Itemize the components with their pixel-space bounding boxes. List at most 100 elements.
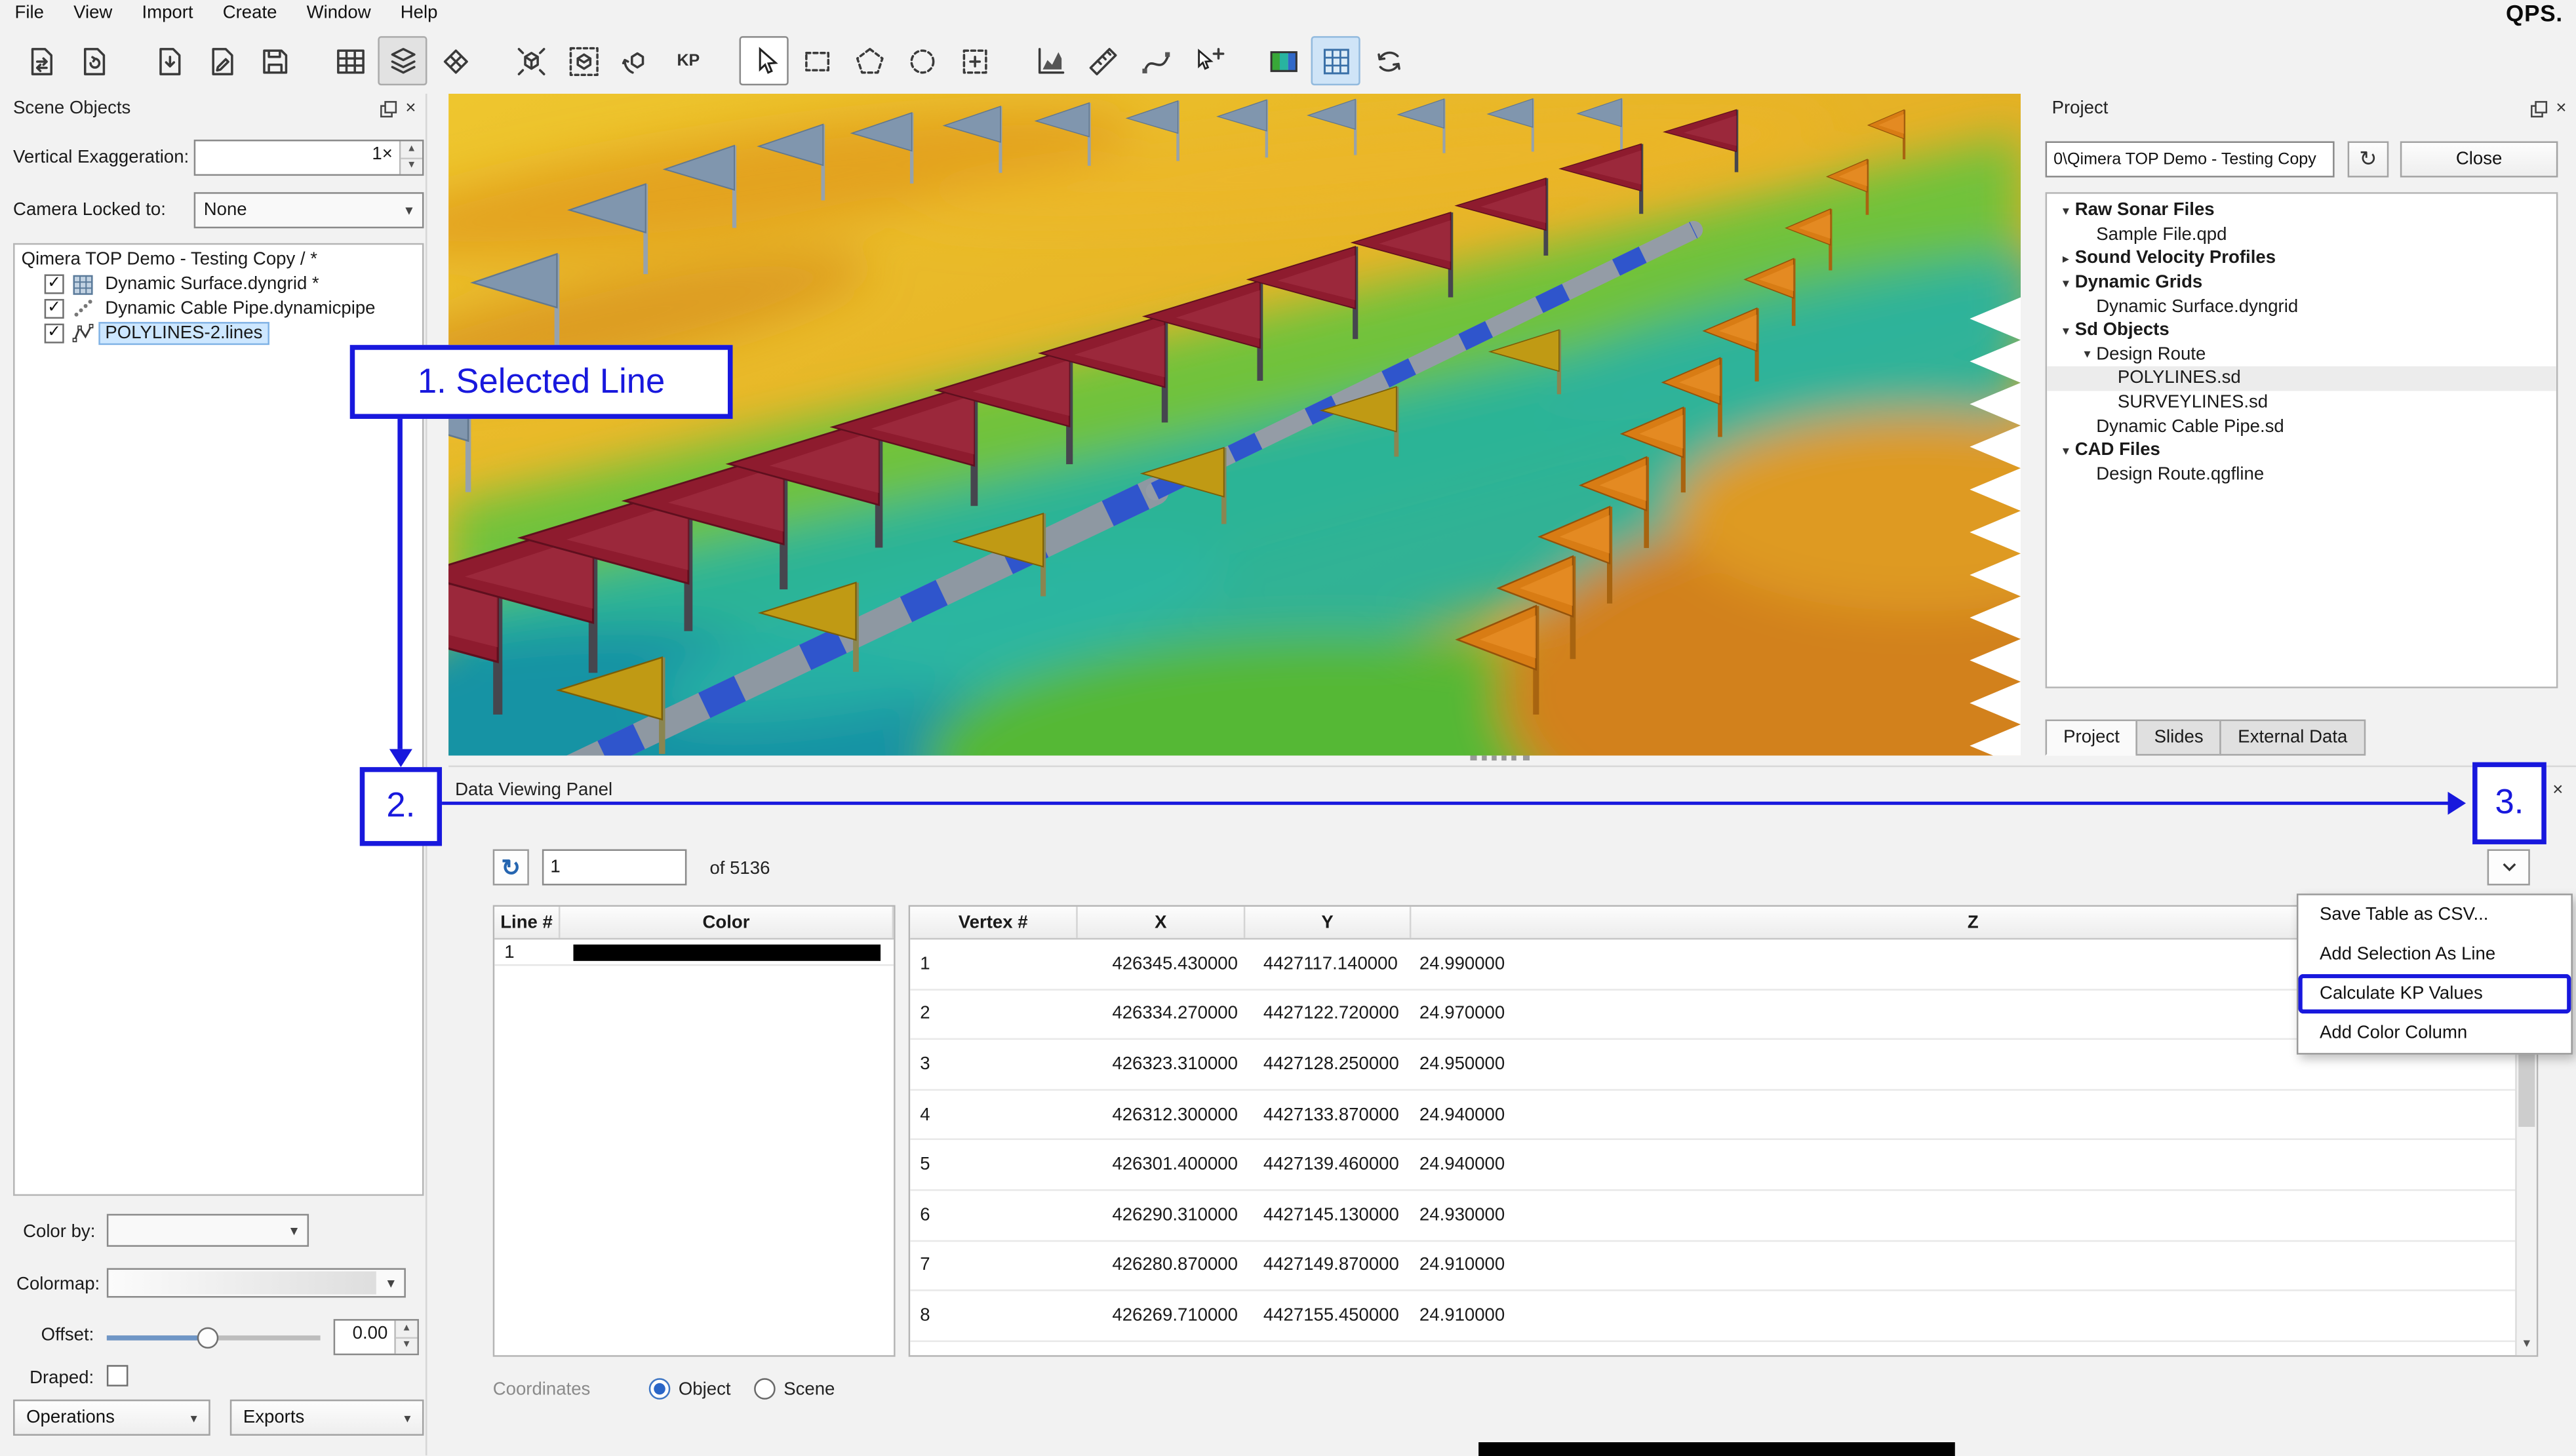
colormap-select[interactable]: ▾ — [107, 1268, 406, 1297]
expander-open-icon[interactable]: ▾ — [2057, 275, 2075, 290]
line-number-header[interactable]: Line # — [494, 907, 560, 938]
menu-item-help[interactable]: Help — [386, 3, 452, 23]
box-extents-button[interactable] — [506, 36, 555, 85]
scene-tree-item-dynamic-surface[interactable]: ✓ Dynamic Surface.dyngrid * — [15, 272, 422, 296]
project-path-input[interactable] — [2046, 141, 2335, 177]
vertex-row[interactable]: 9426258.5500004427161.03000024.900000 — [910, 1342, 2537, 1357]
select-circle-button[interactable] — [897, 36, 946, 85]
scene-tree-root[interactable]: Qimera TOP Demo - Testing Copy / * — [15, 248, 422, 272]
menu-item-view[interactable]: View — [59, 3, 127, 23]
vertex-row[interactable]: 2426334.2700004427122.72000024.970000 — [910, 990, 2537, 1040]
project-tree-item-dynamic-surface-dyngrid[interactable]: Dynamic Surface.dyngrid — [2047, 294, 2556, 319]
profile-tool-button[interactable] — [1025, 36, 1075, 85]
project-tree-item-design-route[interactable]: ▾Design Route — [2047, 343, 2556, 367]
draped-checkbox[interactable] — [107, 1365, 129, 1387]
add-point-tool-button[interactable] — [1183, 36, 1232, 85]
surface-layers-button[interactable] — [378, 36, 427, 85]
project-tree-item-surveylines-sd[interactable]: SURVEYLINES.sd — [2047, 391, 2556, 415]
select-cursor-button[interactable] — [740, 36, 789, 85]
3d-scene-viewport[interactable] — [448, 94, 2021, 756]
exports-button[interactable]: Exports▾ — [230, 1400, 424, 1436]
vertex-row[interactable]: 7426280.8700004427149.87000024.910000 — [910, 1241, 2537, 1291]
float-panel-icon[interactable] — [376, 97, 399, 120]
save-button[interactable] — [250, 36, 299, 85]
vertex-row[interactable]: 6426290.3100004427145.13000024.930000 — [910, 1191, 2537, 1242]
menu-item-calculate-kp-values[interactable]: Calculate KP Values — [2298, 974, 2571, 1013]
vertex-row[interactable]: 3426323.3100004427128.25000024.950000 — [910, 1040, 2537, 1091]
scene-radio-label[interactable]: Scene — [783, 1380, 835, 1400]
spline-tool-button[interactable] — [1130, 36, 1179, 85]
project-tree-item-dynamic-cable-pipe-sd[interactable]: Dynamic Cable Pipe.sd — [2047, 414, 2556, 439]
project-tree-item-dynamic-grids[interactable]: ▾Dynamic Grids — [2047, 271, 2556, 295]
select-all-button[interactable] — [949, 36, 999, 85]
stepper-up-icon[interactable]: ▲ — [396, 1321, 418, 1338]
splitter-handle[interactable] — [1471, 756, 1530, 761]
tab-external-data[interactable]: External Data — [2220, 719, 2366, 755]
close-panel-icon[interactable]: × — [2550, 97, 2573, 120]
offset-stepper[interactable]: 0.00 ▲▼ — [334, 1319, 419, 1355]
color-by-select[interactable]: ▾ — [107, 1214, 309, 1247]
mesh-layers-button[interactable] — [430, 36, 479, 85]
object-radio[interactable] — [649, 1378, 671, 1400]
visibility-checkbox[interactable]: ✓ — [45, 275, 64, 294]
menu-item-import[interactable]: Import — [127, 3, 208, 23]
close-panel-icon[interactable]: × — [2546, 779, 2569, 802]
select-polygon-button[interactable] — [844, 36, 894, 85]
project-tree-item-design-route-qgfline[interactable]: Design Route.qgfline — [2047, 462, 2556, 486]
visibility-checkbox[interactable]: ✓ — [45, 299, 64, 319]
box-rotate-button[interactable] — [611, 36, 660, 85]
dynamic-grid-toggle-button[interactable] — [1311, 36, 1360, 85]
project-refresh-button[interactable]: ↻ — [2348, 141, 2389, 177]
row-refresh-button[interactable]: ↻ — [493, 849, 529, 885]
row-number-input[interactable] — [542, 849, 687, 885]
scroll-down-icon[interactable]: ▼ — [2517, 1334, 2537, 1356]
tab-slides[interactable]: Slides — [2136, 719, 2221, 755]
expander-open-icon[interactable]: ▾ — [2057, 323, 2075, 338]
object-radio-label[interactable]: Object — [679, 1380, 731, 1400]
kp-tool-button[interactable]: KP — [664, 36, 713, 85]
menu-item-save-table-as-csv[interactable]: Save Table as CSV... — [2298, 895, 2571, 935]
camera-locked-select[interactable]: None ▾ — [194, 192, 424, 228]
table-options-dropdown-button[interactable] — [2487, 849, 2530, 885]
project-tree-item-sample-file-qpd[interactable]: Sample File.qpd — [2047, 223, 2556, 247]
export-doc-button[interactable] — [145, 36, 194, 85]
visibility-checkbox[interactable]: ✓ — [45, 323, 64, 343]
reprocess-doc-button[interactable] — [16, 36, 66, 85]
edit-doc-button[interactable] — [197, 36, 247, 85]
measure-tool-button[interactable] — [1078, 36, 1127, 85]
tab-project[interactable]: Project — [2046, 719, 2138, 755]
line-table-row[interactable]: 1 — [494, 939, 894, 966]
stepper-down-icon[interactable]: ▼ — [396, 1338, 418, 1354]
stepper-down-icon[interactable]: ▼ — [401, 159, 422, 174]
float-panel-icon[interactable] — [2527, 97, 2550, 120]
menu-item-create[interactable]: Create — [208, 3, 292, 23]
operations-button[interactable]: Operations▾ — [13, 1400, 210, 1436]
project-tree-item-sd-objects[interactable]: ▾Sd Objects — [2047, 319, 2556, 343]
project-tree-item-sound-velocity-profiles[interactable]: ▸Sound Velocity Profiles — [2047, 246, 2556, 271]
expander-closed-icon[interactable]: ▸ — [2057, 251, 2075, 266]
scene-tree-item-polylines[interactable]: ✓ POLYLINES-2.lines — [15, 321, 422, 345]
select-rect-button[interactable] — [792, 36, 841, 85]
grid-table-button[interactable] — [325, 36, 374, 85]
offset-slider-handle[interactable] — [197, 1328, 219, 1349]
y-header[interactable]: Y — [1245, 907, 1411, 938]
project-close-button[interactable]: Close — [2400, 141, 2558, 177]
vertex-row[interactable]: 1426345.4300004427117.14000024.990000 — [910, 939, 2537, 990]
project-tree-item-polylines-sd[interactable]: POLYLINES.sd — [2047, 366, 2556, 391]
menu-item-window[interactable]: Window — [292, 3, 386, 23]
expander-open-icon[interactable]: ▾ — [2078, 347, 2097, 363]
project-tree-item-cad-files[interactable]: ▾CAD Files — [2047, 439, 2556, 463]
box-select-button[interactable] — [559, 36, 608, 85]
color-header[interactable]: Color — [560, 907, 894, 938]
menu-item-add-color-column[interactable]: Add Color Column — [2298, 1013, 2571, 1053]
refresh-doc-button[interactable] — [69, 36, 118, 85]
scene-radio[interactable] — [754, 1378, 776, 1400]
menu-item-add-selection-as-line[interactable]: Add Selection As Line — [2298, 935, 2571, 974]
close-panel-icon[interactable]: × — [399, 97, 422, 120]
vertex-row[interactable]: 4426312.3000004427133.87000024.940000 — [910, 1090, 2537, 1141]
colormap-tool-button[interactable] — [1258, 36, 1307, 85]
vertex-number-header[interactable]: Vertex # — [910, 907, 1078, 938]
vertex-row[interactable]: 8426269.7100004427155.45000024.910000 — [910, 1291, 2537, 1342]
project-tree-item-raw-sonar-files[interactable]: ▾Raw Sonar Files — [2047, 199, 2556, 223]
expander-open-icon[interactable]: ▾ — [2057, 203, 2075, 218]
